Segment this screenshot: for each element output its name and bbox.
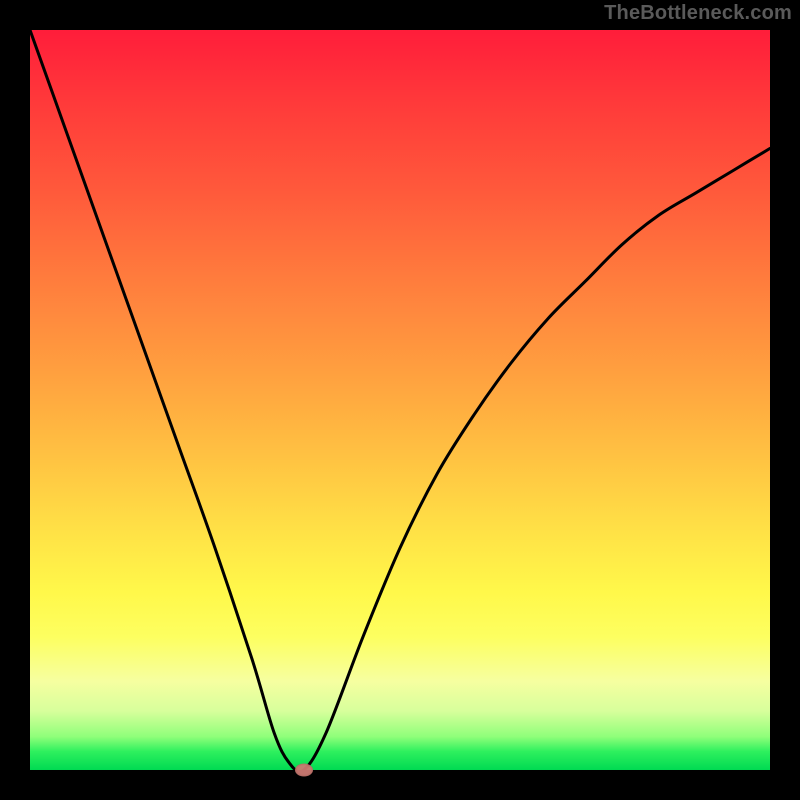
watermark-text: TheBottleneck.com [604,2,792,25]
plot-area [30,30,770,770]
bottleneck-curve [30,30,770,770]
chart-stage: TheBottleneck.com [0,0,800,800]
min-marker [295,764,313,777]
curve-layer [30,30,770,770]
